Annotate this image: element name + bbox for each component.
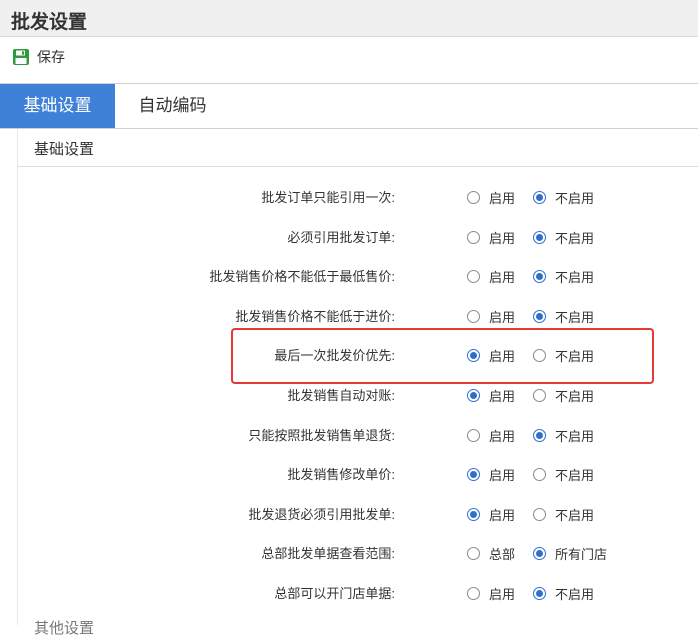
option-label: 启用 bbox=[489, 191, 516, 206]
save-button[interactable]: 保存 bbox=[12, 46, 65, 68]
option-label: 启用 bbox=[489, 587, 516, 602]
setting-option[interactable]: 启用 bbox=[467, 386, 515, 405]
setting-option[interactable]: 启用 bbox=[467, 584, 515, 603]
setting-label: 批发销售价格不能低于进价: bbox=[235, 309, 395, 324]
radio-button[interactable] bbox=[467, 429, 480, 442]
radio-button[interactable] bbox=[533, 587, 546, 600]
setting-row: 批发销售自动对账: 启用 不启用 bbox=[0, 382, 698, 406]
radio-button[interactable] bbox=[467, 508, 480, 521]
highlight-box bbox=[231, 328, 654, 384]
tab-basic-settings[interactable]: 基础设置 bbox=[0, 84, 115, 128]
option-label: 不启用 bbox=[555, 468, 595, 483]
option-label: 不启用 bbox=[555, 270, 595, 285]
setting-option[interactable]: 启用 bbox=[467, 505, 515, 524]
radio-button[interactable] bbox=[467, 587, 480, 600]
setting-option[interactable]: 不启用 bbox=[533, 188, 594, 207]
setting-row: 总部可以开门店单据: 启用 不启用 bbox=[0, 580, 698, 604]
setting-option[interactable]: 所有门店 bbox=[533, 544, 607, 563]
section-title: 基础设置 bbox=[34, 141, 95, 158]
radio-button[interactable] bbox=[467, 310, 480, 323]
setting-label: 批发退货必须引用批发单: bbox=[248, 507, 395, 522]
setting-label: 批发销售修改单价: bbox=[287, 467, 395, 482]
setting-row: 批发销售价格不能低于进价: 启用 不启用 bbox=[0, 303, 698, 327]
radio-button[interactable] bbox=[533, 468, 546, 481]
setting-label: 批发订单只能引用一次: bbox=[261, 190, 395, 205]
radio-button[interactable] bbox=[467, 468, 480, 481]
save-label: 保存 bbox=[37, 49, 65, 65]
page-header: 批发设置 bbox=[0, 0, 698, 37]
option-label: 启用 bbox=[489, 468, 516, 483]
setting-option[interactable]: 不启用 bbox=[533, 465, 594, 484]
option-label: 启用 bbox=[489, 508, 516, 523]
option-label: 不启用 bbox=[555, 231, 595, 246]
option-label: 总部 bbox=[489, 547, 516, 562]
section-divider bbox=[17, 166, 698, 167]
setting-option[interactable]: 启用 bbox=[467, 426, 515, 445]
radio-button[interactable] bbox=[467, 389, 480, 402]
setting-option[interactable]: 不启用 bbox=[533, 584, 594, 603]
setting-option[interactable]: 不启用 bbox=[533, 505, 594, 524]
radio-button[interactable] bbox=[467, 547, 480, 560]
setting-option[interactable]: 启用 bbox=[467, 228, 515, 247]
option-label: 启用 bbox=[489, 429, 516, 444]
radio-button[interactable] bbox=[533, 191, 546, 204]
radio-button[interactable] bbox=[467, 270, 480, 283]
option-label: 不启用 bbox=[555, 508, 595, 523]
radio-button[interactable] bbox=[467, 231, 480, 244]
radio-button[interactable] bbox=[533, 310, 546, 323]
option-label: 启用 bbox=[489, 310, 516, 325]
setting-row: 批发销售价格不能低于最低售价: 启用 不启用 bbox=[0, 263, 698, 287]
tab-auto-coding[interactable]: 自动编码 bbox=[115, 84, 230, 128]
setting-row: 必须引用批发订单: 启用 不启用 bbox=[0, 224, 698, 248]
radio-button[interactable] bbox=[533, 508, 546, 521]
option-label: 启用 bbox=[489, 270, 516, 285]
setting-option[interactable]: 不启用 bbox=[533, 267, 594, 286]
setting-label: 必须引用批发订单: bbox=[287, 230, 395, 245]
setting-label: 批发销售价格不能低于最低售价: bbox=[209, 269, 395, 284]
tab-bar: 基础设置 自动编码 bbox=[0, 84, 698, 129]
setting-option[interactable]: 启用 bbox=[467, 307, 515, 326]
radio-button[interactable] bbox=[467, 191, 480, 204]
option-label: 不启用 bbox=[555, 310, 595, 325]
radio-button[interactable] bbox=[533, 389, 546, 402]
radio-button[interactable] bbox=[533, 270, 546, 283]
setting-option[interactable]: 不启用 bbox=[533, 307, 594, 326]
option-label: 启用 bbox=[489, 389, 516, 404]
setting-label: 批发销售自动对账: bbox=[287, 388, 395, 403]
radio-button[interactable] bbox=[533, 547, 546, 560]
setting-label: 总部批发单据查看范围: bbox=[261, 546, 395, 561]
setting-row: 批发退货必须引用批发单: 启用 不启用 bbox=[0, 501, 698, 525]
next-section-title: 其他设置 bbox=[34, 620, 95, 637]
radio-button[interactable] bbox=[533, 231, 546, 244]
setting-option[interactable]: 不启用 bbox=[533, 426, 594, 445]
save-icon bbox=[12, 48, 30, 66]
setting-option[interactable]: 启用 bbox=[467, 267, 515, 286]
setting-row: 只能按照批发销售单退货: 启用 不启用 bbox=[0, 422, 698, 446]
option-label: 所有门店 bbox=[555, 547, 608, 562]
page-title: 批发设置 bbox=[11, 12, 88, 33]
option-label: 启用 bbox=[489, 231, 516, 246]
setting-option[interactable]: 不启用 bbox=[533, 228, 594, 247]
setting-label: 只能按照批发销售单退货: bbox=[248, 428, 395, 443]
toolbar: 保存 bbox=[0, 37, 698, 84]
setting-option[interactable]: 启用 bbox=[467, 188, 515, 207]
radio-button[interactable] bbox=[533, 429, 546, 442]
option-label: 不启用 bbox=[555, 429, 595, 444]
option-label: 不启用 bbox=[555, 191, 595, 206]
setting-row: 总部批发单据查看范围: 总部 所有门店 bbox=[0, 540, 698, 564]
setting-option[interactable]: 启用 bbox=[467, 465, 515, 484]
option-label: 不启用 bbox=[555, 587, 595, 602]
setting-option[interactable]: 不启用 bbox=[533, 386, 594, 405]
setting-row: 批发销售修改单价: 启用 不启用 bbox=[0, 461, 698, 485]
setting-row: 批发订单只能引用一次: 启用 不启用 bbox=[0, 184, 698, 208]
setting-option[interactable]: 总部 bbox=[467, 544, 515, 563]
option-label: 不启用 bbox=[555, 389, 595, 404]
setting-label: 总部可以开门店单据: bbox=[274, 586, 395, 601]
